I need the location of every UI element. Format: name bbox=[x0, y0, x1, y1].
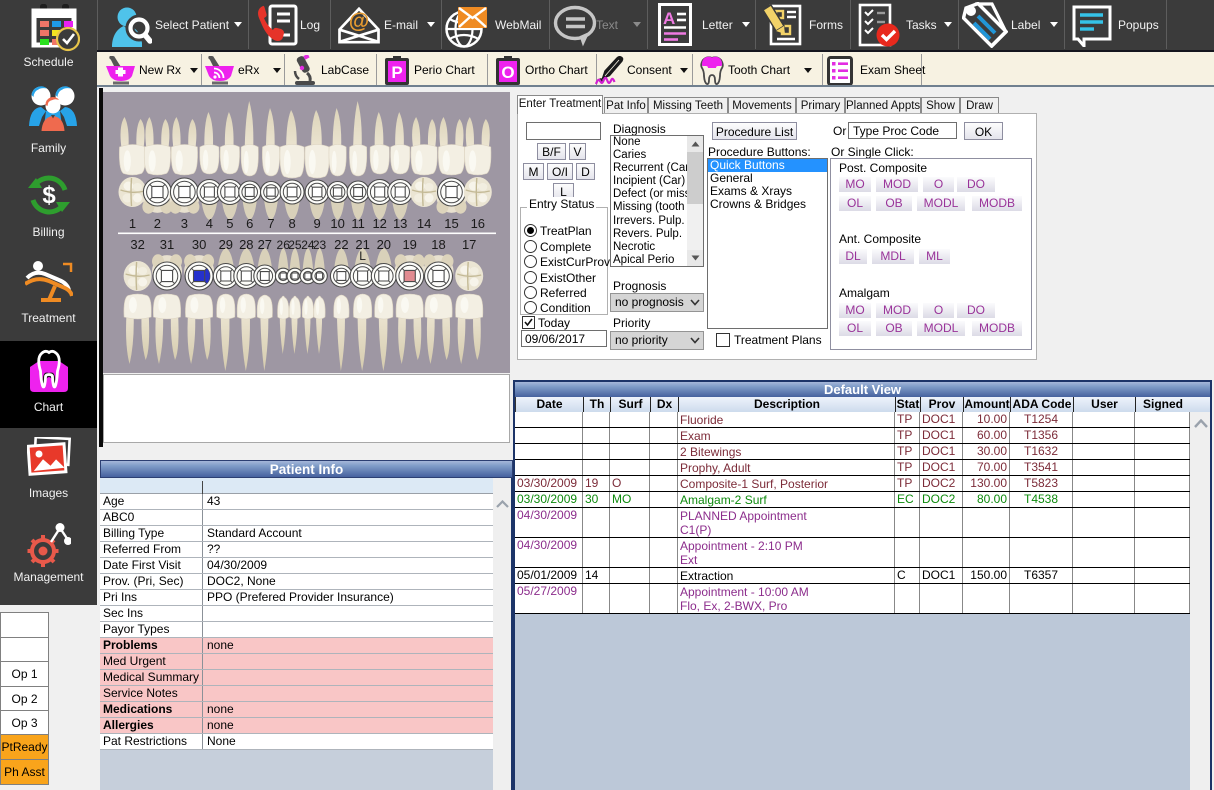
svg-text:4: 4 bbox=[206, 216, 213, 231]
svg-text:P: P bbox=[391, 63, 402, 82]
svg-text:9: 9 bbox=[313, 216, 320, 231]
svg-text:22: 22 bbox=[334, 237, 348, 252]
svg-text:27: 27 bbox=[258, 237, 272, 252]
svg-text:L: L bbox=[359, 249, 366, 263]
svg-text:$: $ bbox=[42, 182, 56, 209]
svg-text:28: 28 bbox=[239, 237, 253, 252]
svg-text:23: 23 bbox=[313, 238, 327, 252]
svg-text:6: 6 bbox=[246, 216, 253, 231]
svg-text:11: 11 bbox=[351, 216, 365, 231]
svg-text:12: 12 bbox=[372, 216, 386, 231]
svg-text:1: 1 bbox=[129, 216, 136, 231]
svg-text:29: 29 bbox=[219, 237, 233, 252]
svg-text:5: 5 bbox=[226, 216, 233, 231]
svg-text:30: 30 bbox=[192, 237, 206, 252]
svg-text:18: 18 bbox=[431, 237, 445, 252]
svg-text:2: 2 bbox=[154, 216, 161, 231]
svg-text:@: @ bbox=[349, 10, 369, 33]
svg-text:A: A bbox=[663, 9, 675, 28]
svg-text:16: 16 bbox=[471, 216, 485, 231]
svg-text:10: 10 bbox=[330, 216, 344, 231]
svg-text:14: 14 bbox=[417, 216, 431, 231]
svg-text:3: 3 bbox=[181, 216, 188, 231]
svg-text:15: 15 bbox=[444, 216, 458, 231]
svg-text:25: 25 bbox=[288, 238, 302, 252]
svg-text:32: 32 bbox=[130, 237, 144, 252]
svg-text:O: O bbox=[501, 63, 514, 82]
svg-text:7: 7 bbox=[267, 216, 274, 231]
svg-text:8: 8 bbox=[288, 216, 295, 231]
svg-text:19: 19 bbox=[402, 237, 416, 252]
svg-text:20: 20 bbox=[377, 237, 391, 252]
svg-text:13: 13 bbox=[393, 216, 407, 231]
svg-text:31: 31 bbox=[160, 237, 174, 252]
svg-text:17: 17 bbox=[462, 237, 476, 252]
